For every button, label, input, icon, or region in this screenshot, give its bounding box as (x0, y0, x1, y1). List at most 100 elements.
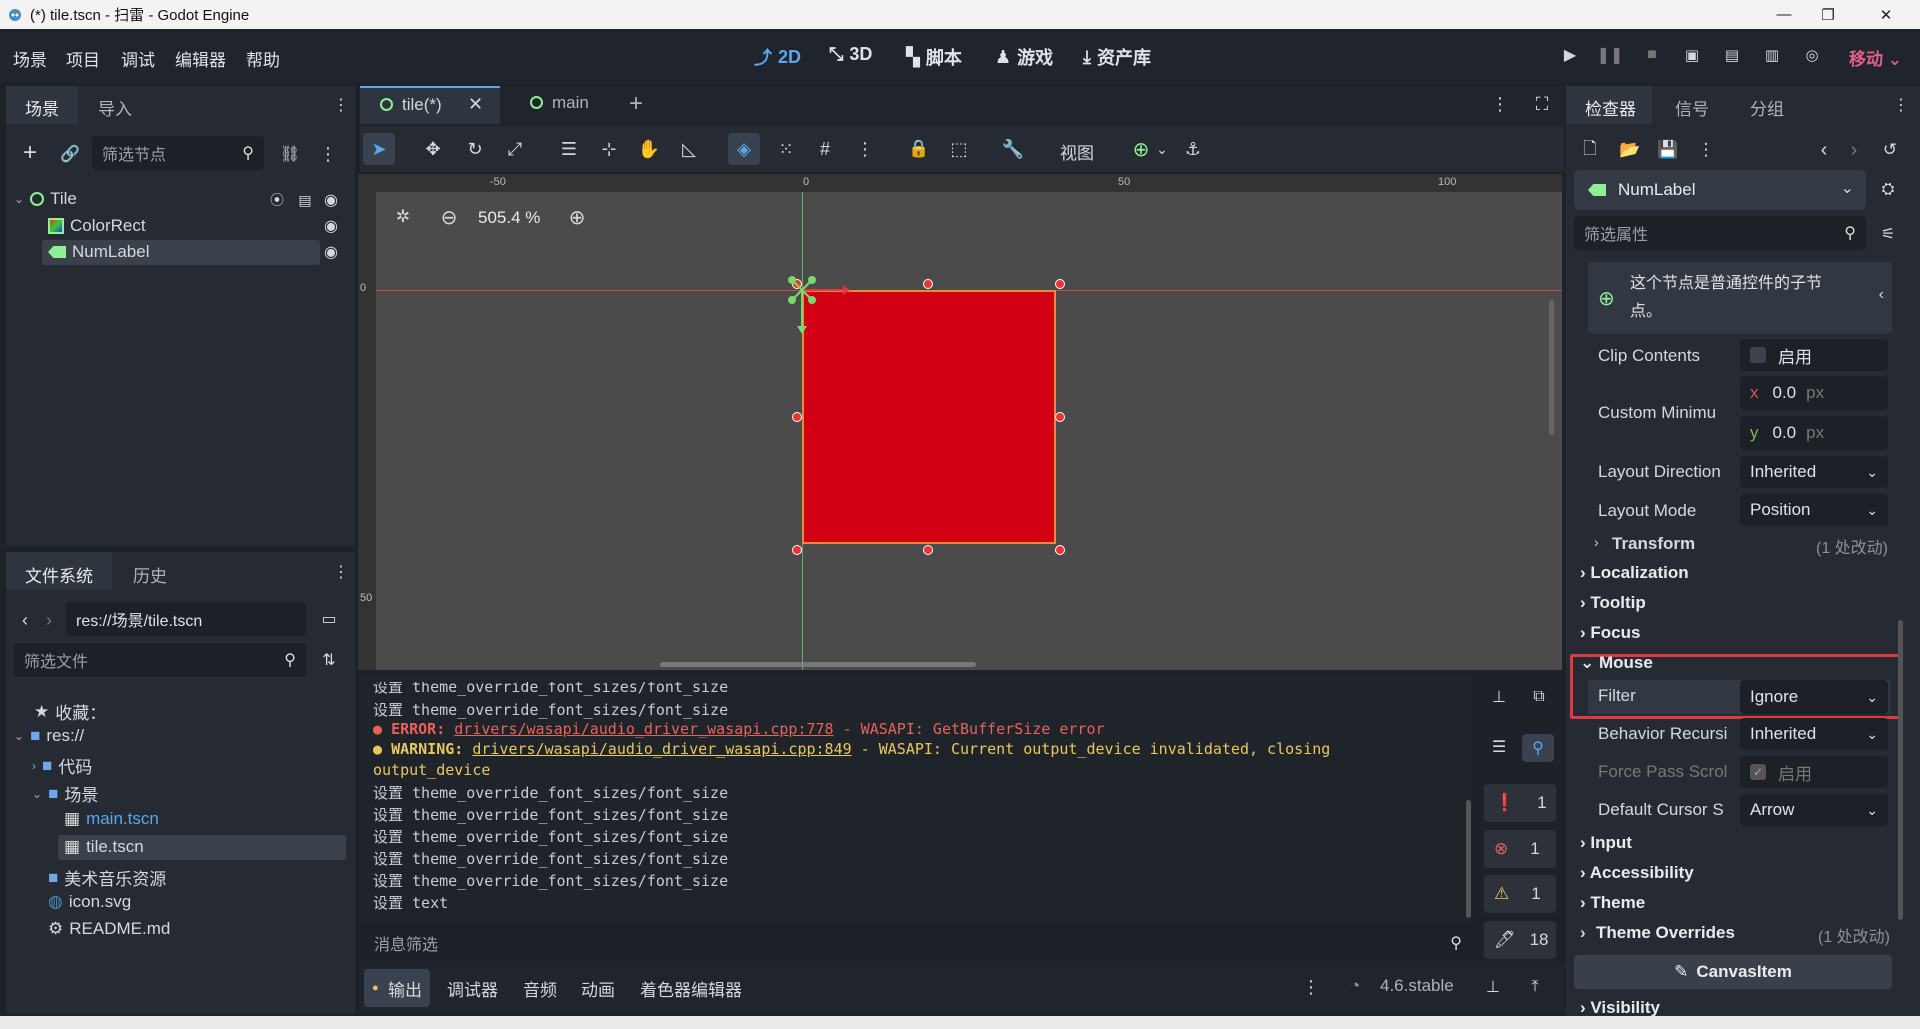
zoom-level[interactable]: 505.4 % (478, 208, 540, 228)
add-node-icon[interactable]: + (18, 139, 42, 166)
file-filter-input[interactable]: 筛选文件 ⚲ (14, 643, 306, 677)
tab-animation[interactable]: 动画 (581, 976, 615, 1001)
scale-tool-icon[interactable]: ⤢ (502, 136, 528, 162)
warning-counter[interactable]: ⚠ 1 (1484, 875, 1556, 913)
movie-maker-icon[interactable]: ◎ (1802, 44, 1822, 66)
back-icon[interactable]: ‹ (18, 609, 32, 631)
resize-handle[interactable] (792, 412, 802, 422)
panel-options-icon[interactable]: ⋮ (1302, 976, 1320, 998)
grid-icon[interactable]: # (812, 136, 838, 162)
maximize-button[interactable]: ❐ (1802, 0, 1854, 29)
search-icon[interactable]: ⚲ (1522, 734, 1554, 762)
custom-min-y[interactable]: y 0.0 px (1740, 416, 1888, 450)
editor-msg-counter[interactable]: 🖊 18 (1484, 921, 1556, 959)
distraction-free-icon[interactable]: ⛶ (1530, 92, 1554, 116)
open-folder-icon[interactable]: 📂 (1618, 138, 1642, 162)
dock-menu-icon[interactable]: ⋮ (333, 561, 349, 583)
tab-history[interactable]: 历史 (133, 562, 167, 587)
message-counter[interactable]: ❗ 1 (1484, 784, 1556, 822)
collapse-icon[interactable]: ☰ (1488, 736, 1510, 758)
fs-favorites[interactable]: ★ 收藏： (34, 699, 106, 724)
tab-shader-editor[interactable]: 着色器编辑器 (640, 976, 742, 1001)
workspace-script[interactable]: ▚ 脚本 (906, 44, 962, 70)
skeleton-icon[interactable]: 🔧 (1000, 136, 1026, 162)
anchor-icon[interactable]: ⚓ (1180, 136, 1206, 162)
history-icon[interactable]: ↺ (1878, 138, 1902, 162)
stop-icon[interactable]: ■ (1642, 44, 1662, 66)
path-field[interactable]: res://场景/tile.tscn (66, 602, 306, 636)
property-options-icon[interactable]: ⚟ (1876, 222, 1900, 246)
remote-debug-icon[interactable]: ▣ (1682, 44, 1702, 66)
fs-file-readme[interactable]: ⚙ README.md (48, 919, 170, 939)
resize-handle[interactable] (1055, 545, 1065, 555)
new-tab-icon[interactable]: + (624, 90, 648, 117)
ruler-tool-icon[interactable]: ◺ (676, 136, 702, 162)
selectable-nodes-icon[interactable]: ☰ (556, 136, 582, 162)
smart-snap-icon[interactable]: ◈ (728, 133, 760, 165)
signals-icon[interactable]: ⦿ (268, 191, 286, 209)
fs-file-tile[interactable]: ▦ tile.tscn (64, 837, 144, 857)
chevron-down-icon[interactable]: ⌄ (1154, 136, 1170, 162)
section-visibility[interactable]: › Visibility (1580, 998, 1660, 1016)
layout-mode-select[interactable]: Position ⌄ (1740, 494, 1888, 526)
script-attached-icon[interactable]: ▤ (296, 191, 314, 209)
clear-log-icon[interactable]: ⊥ (1488, 686, 1510, 708)
close-window-button[interactable]: ✕ (1860, 0, 1912, 29)
resize-handle[interactable] (923, 545, 933, 555)
pause-icon[interactable]: ❚❚ (1597, 44, 1624, 66)
history-back-icon[interactable]: ‹ (1816, 138, 1832, 162)
menu-editor[interactable]: 编辑器 (175, 46, 226, 71)
resource-options-icon[interactable]: ⋮ (1698, 138, 1715, 162)
section-input[interactable]: › Input (1580, 833, 1632, 853)
section-transform[interactable]: › Transform (1 处改动) (1594, 532, 1890, 560)
pan-tool-icon[interactable]: ✋ (636, 136, 662, 162)
fs-folder-scene[interactable]: ⌄ ■ 场景 (32, 781, 98, 806)
instance-scene-icon[interactable]: ⛓ (278, 142, 302, 166)
node-filter-input[interactable]: 筛选节点 ⚲ (92, 136, 264, 170)
expand-panel-icon[interactable]: ⤒ (1524, 976, 1546, 998)
rotate-tool-icon[interactable]: ↻ (462, 136, 488, 162)
resize-handle[interactable] (792, 545, 802, 555)
workspace-asset-lib[interactable]: ⤓ 资产库 (1083, 44, 1151, 70)
section-accessibility[interactable]: › Accessibility (1580, 863, 1694, 883)
save-icon[interactable]: 💾 (1656, 138, 1680, 162)
snap-options-icon[interactable]: ⋮ (856, 136, 874, 162)
tree-node-numlabel[interactable]: NumLabel (48, 242, 150, 262)
fs-file-icon-svg[interactable]: ◍ icon.svg (48, 892, 131, 912)
behavior-recursive-select[interactable]: Inherited ⌄ (1740, 718, 1888, 750)
inspector-scrollbar[interactable] (1898, 620, 1903, 920)
viewport-vscroll[interactable] (1549, 300, 1554, 435)
clip-contents-toggle[interactable]: 启用 (1740, 339, 1888, 371)
pivot-tool-icon[interactable]: ⊹ (596, 136, 622, 162)
layout-direction-select[interactable]: Inherited ⌄ (1740, 456, 1888, 488)
fs-res-root[interactable]: ⌄ ■ res:// (14, 726, 84, 746)
scene-options-icon[interactable]: ⋮ (319, 142, 337, 166)
visibility-eye-icon[interactable]: ◉ (322, 191, 340, 209)
log-scrollbar[interactable] (1466, 800, 1471, 918)
tab-import[interactable]: 导入 (98, 95, 132, 120)
link-icon[interactable]: 🔗 (58, 142, 82, 166)
close-tab-icon[interactable]: ✕ (468, 94, 483, 115)
snap-grid-icon[interactable]: ⁙ (773, 136, 799, 162)
play-scene-icon[interactable]: ▤ (1722, 44, 1742, 66)
property-filter-input[interactable]: 筛选属性 ⚲ (1574, 216, 1866, 250)
split-view-icon[interactable]: ▭ (318, 608, 340, 630)
dock-menu-icon[interactable]: ⋮ (333, 94, 349, 116)
message-filter-input[interactable]: 消息筛选 ⚲ (364, 926, 1472, 960)
section-localization[interactable]: › Localization (1580, 563, 1689, 583)
move-tool-icon[interactable]: ✥ (420, 136, 446, 162)
fs-folder-art[interactable]: ■ 美术音乐资源 (48, 865, 166, 890)
fs-folder-code[interactable]: › ■ 代码 (32, 753, 92, 778)
select-tool-icon[interactable]: ➤ (363, 133, 395, 165)
resize-handle[interactable] (1055, 412, 1065, 422)
fs-file-main[interactable]: ▦ main.tscn (64, 809, 159, 829)
workspace-2d[interactable]: ⤴ 2D (754, 44, 801, 70)
tree-node-tile[interactable]: ⌄ Tile (14, 189, 77, 209)
canvasitem-category[interactable]: ✎ CanvasItem (1574, 955, 1892, 989)
section-mouse[interactable]: ⌄ Mouse (1580, 653, 1653, 673)
editor-tab-tile[interactable]: tile(*) ✕ (360, 86, 500, 124)
dock-menu-icon[interactable]: ⋮ (1893, 94, 1909, 116)
history-forward-icon[interactable]: › (1846, 138, 1862, 162)
lock-icon[interactable]: 🔒 (906, 136, 932, 162)
section-tooltip[interactable]: › Tooltip (1580, 593, 1646, 613)
